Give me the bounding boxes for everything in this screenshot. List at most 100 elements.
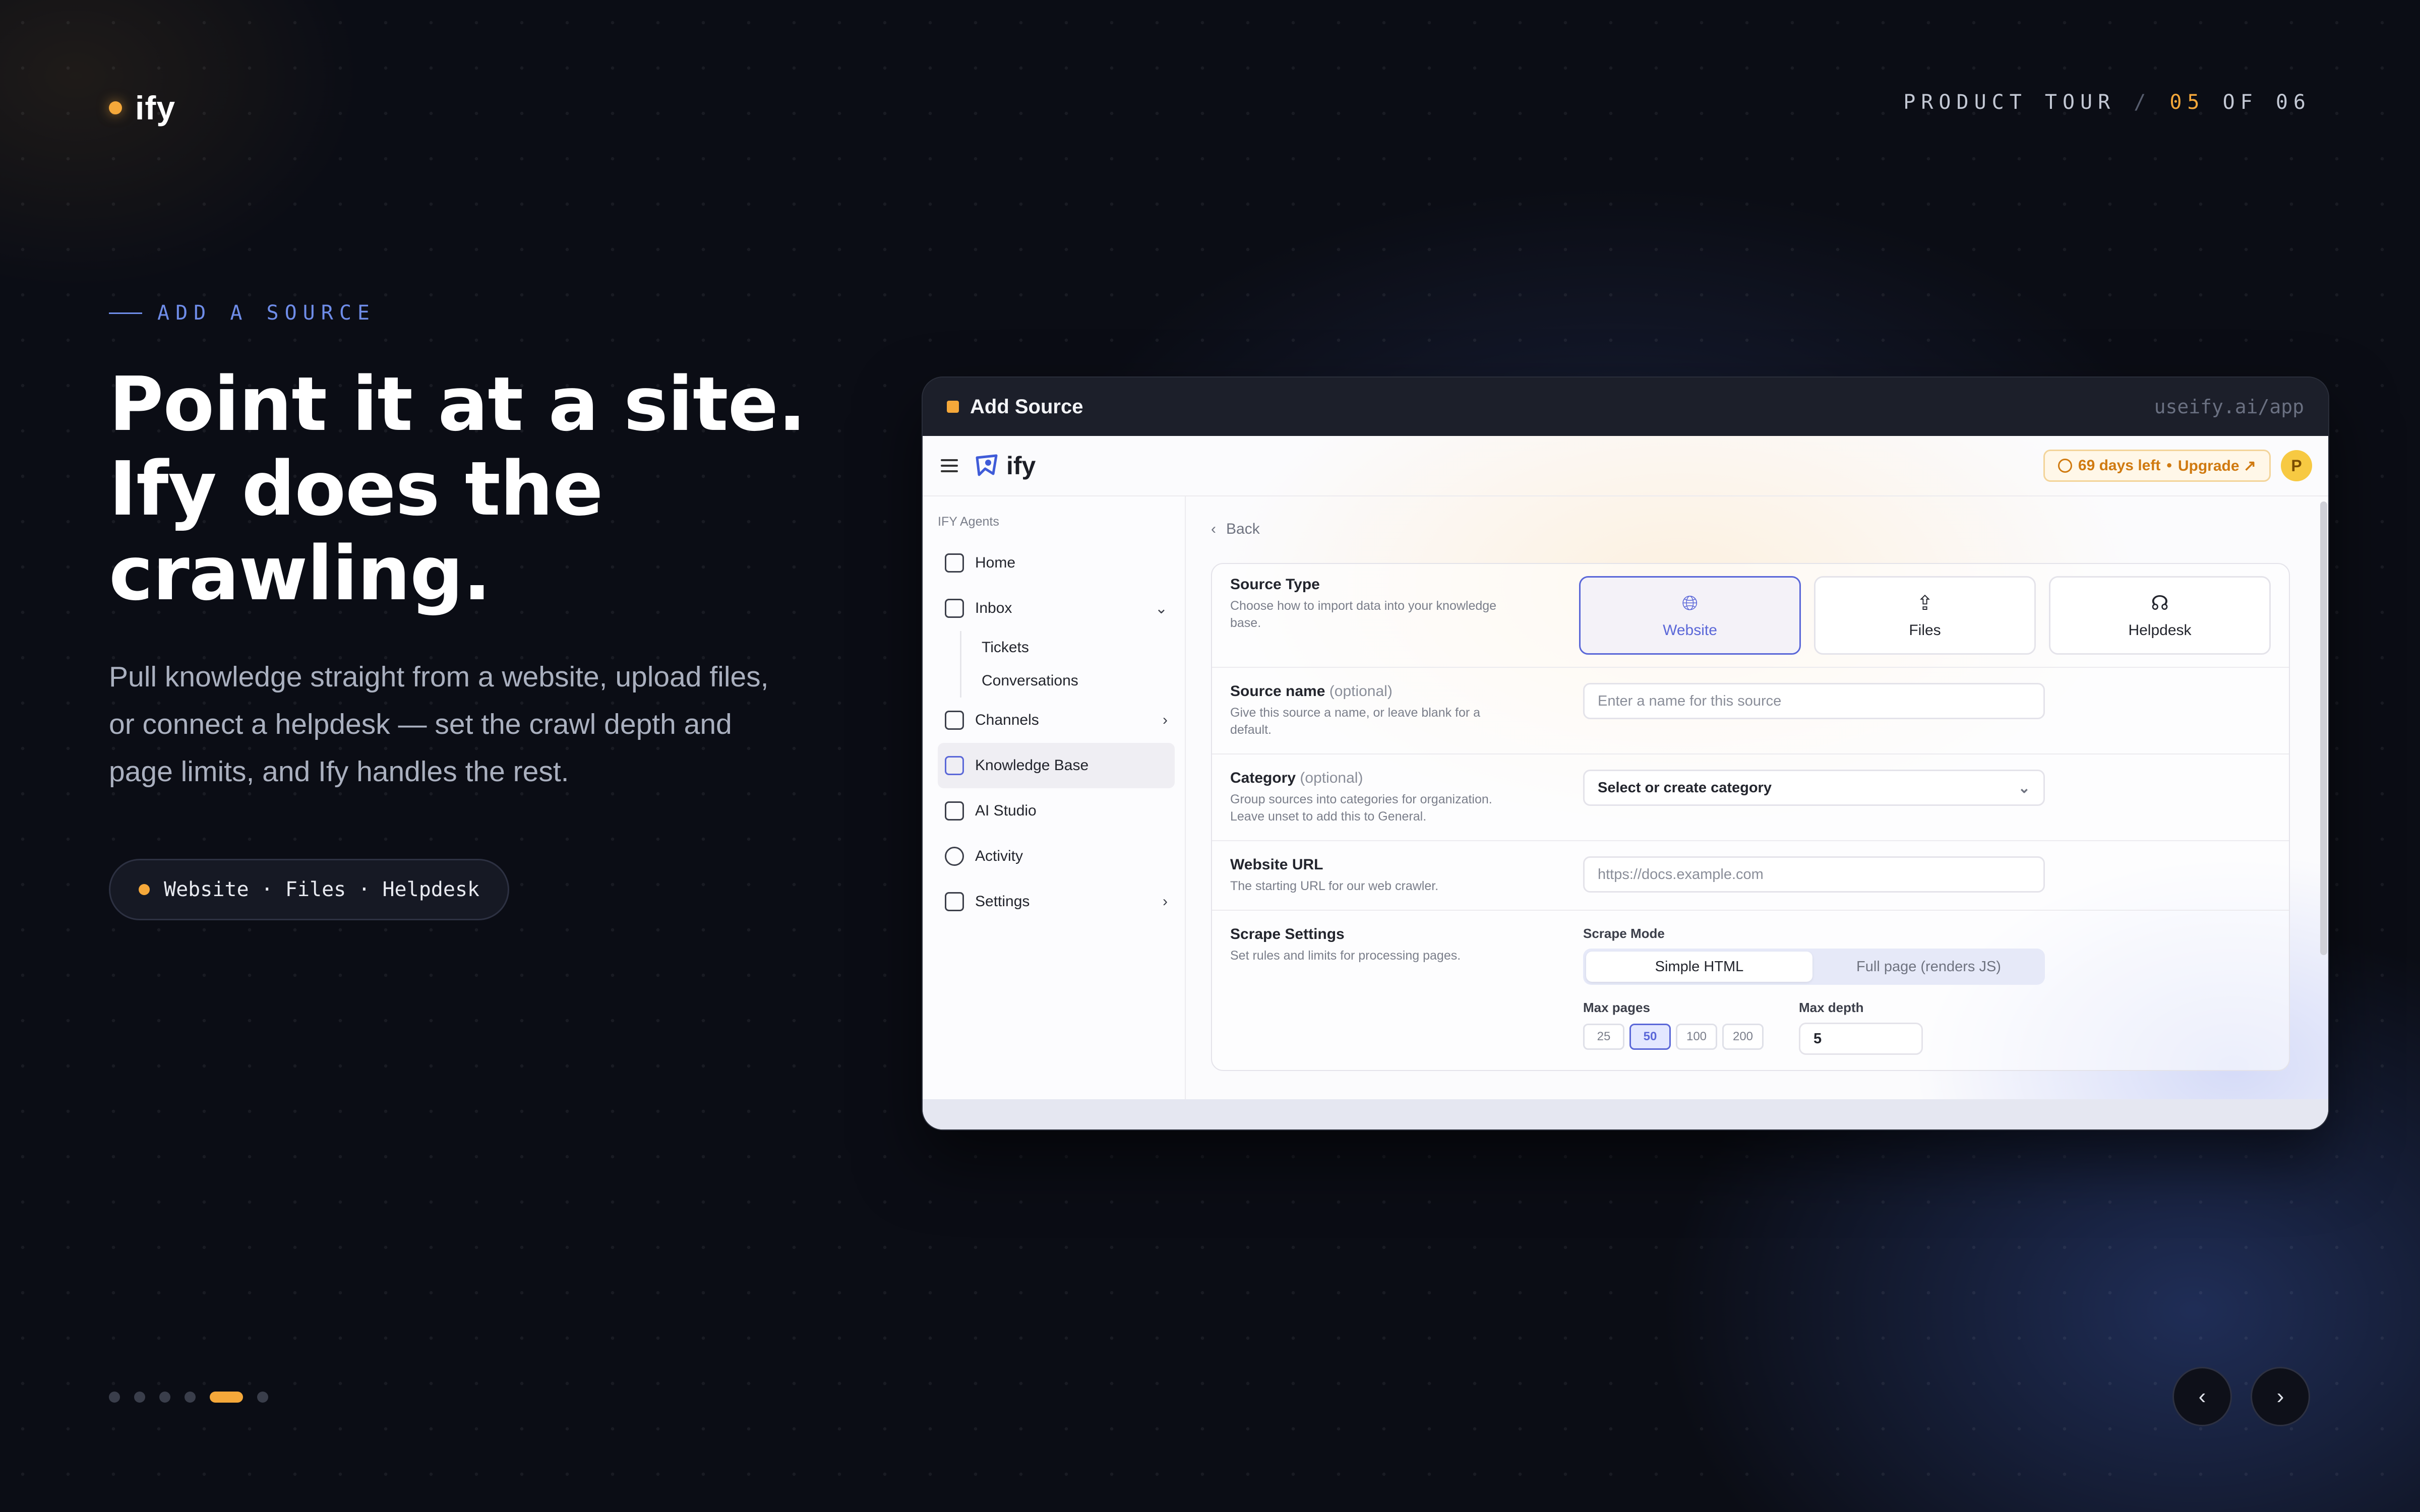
chevron-right-icon: › [2276,1384,2284,1409]
tour-label: PRODUCT TOUR [1903,91,2116,114]
eyebrow-text: ADD A SOURCE [157,301,376,325]
sidebar-item-activity[interactable]: Activity [938,834,1175,879]
sidebar-section-label: IFY Agents [938,515,999,529]
max-depth-input[interactable]: 5 [1799,1023,1923,1055]
source-type-title: Source Type [1230,576,1320,593]
back-link[interactable]: ‹ Back [1211,521,2305,538]
menu-icon[interactable] [941,459,958,472]
app-footer-strip [923,1099,2328,1129]
chevron-right-icon: › [1163,893,1168,910]
tour-total: OF 06 [2222,91,2311,114]
sidebar-item-settings[interactable]: Settings › [938,879,1175,924]
sidebar-item-knowledge-base[interactable]: Knowledge Base [938,743,1175,788]
headphones-icon: ☊ [2151,592,2169,614]
upload-icon: ⇪ [1916,592,1933,614]
source-type-label: Website [1663,621,1717,639]
inbox-icon [945,599,964,618]
category-select[interactable]: Select or create category ⌄ [1583,770,2045,806]
chevron-down-icon: ⌄ [1155,600,1168,617]
avatar[interactable]: P [2281,450,2312,481]
headline-line-2: Ify does the [109,446,603,532]
pager-dot[interactable] [159,1392,170,1403]
max-pages-option[interactable]: 25 [1583,1024,1624,1050]
sidebar-item-inbox[interactable]: Inbox ⌄ [938,586,1175,631]
sidebar-item-label: Channels [975,712,1039,728]
tour-current: 05 [2169,91,2205,114]
scrape-mode-simple-html[interactable]: Simple HTML [1586,952,1812,982]
source-type-helpdesk-button[interactable]: ☊ Helpdesk [2049,576,2271,655]
pager-dot[interactable] [257,1392,268,1403]
main-content: ‹ Back Source Type Choose how to import da… [1186,496,2328,1129]
source-types-pill: Website · Files · Helpdesk [109,859,510,920]
layers-icon [945,711,964,730]
optional-tag: (optional) [1300,770,1363,786]
source-name-desc: Give this source a name, or leave blank … [1230,706,1481,737]
category-select-value: Select or create category [1598,779,1772,796]
source-name-row: Source name (optional) Give this source a… [1212,668,2289,754]
back-label: Back [1226,521,1260,537]
pager-dot[interactable] [109,1392,120,1403]
brand-logo: ify [109,89,175,127]
sidebar-item-conversations[interactable]: Conversations [960,664,1175,698]
source-name-title: Source name [1230,683,1325,700]
sidebar-item-label: Knowledge Base [975,757,1089,774]
globe-icon: 🌐︎ [1682,592,1698,614]
next-slide-button[interactable]: › [2251,1367,2310,1426]
category-title: Category [1230,770,1296,786]
chevron-left-icon: ‹ [1211,521,1216,537]
scrape-settings-desc: Set rules and limits for processing page… [1230,949,1461,963]
sidebar-item-label: Settings [975,893,1030,910]
app-logo-text: ify [1006,452,1036,480]
upgrade-link[interactable]: Upgrade ↗ [2178,457,2256,475]
app-window: Add Source useify.ai/app ify 69 days lef… [922,376,2329,1130]
scrape-settings-title: Scrape Settings [1230,926,1345,942]
hero-description: Pull knowledge straight from a website, … [109,661,769,788]
brand-dot-icon [109,101,122,114]
max-pages-option[interactable]: 200 [1722,1024,1764,1050]
source-type-website-button[interactable]: 🌐︎ Website [1579,576,1801,655]
pager-dot-active[interactable] [210,1392,243,1403]
max-pages-option-selected[interactable]: 50 [1629,1024,1671,1050]
chevron-left-icon: ‹ [2198,1384,2206,1409]
tour-separator: / [2134,91,2152,114]
scrape-settings-row: Scrape Settings Set rules and limits for … [1212,911,2289,1070]
website-url-input[interactable]: https://docs.example.com [1583,856,2045,893]
website-url-title: Website URL [1230,856,1323,873]
sidebar-item-label: AI Studio [975,802,1037,819]
sidebar-item-tickets[interactable]: Tickets [960,631,1175,664]
headline: Point it at a site. Ify does the crawlin… [109,362,840,616]
headline-line-1: Point it at a site. [109,361,806,448]
ify-logo-icon [976,454,998,476]
home-icon [945,553,964,573]
pager-dot[interactable] [185,1392,196,1403]
website-url-desc: The starting URL for our web crawler. [1230,879,1439,893]
scrape-mode-toggle: Simple HTML Full page (renders JS) [1583,949,2045,985]
sidebar-item-home[interactable]: Home [938,540,1175,586]
sidebar-item-channels[interactable]: Channels › [938,698,1175,743]
source-type-files-button[interactable]: ⇪ Files [1814,576,2036,655]
bot-icon [945,801,964,821]
trial-badge[interactable]: 69 days left • Upgrade ↗ [2043,450,2271,482]
pager-dot[interactable] [134,1392,145,1403]
source-type-label: Files [1909,622,1941,639]
book-icon [945,756,964,775]
scrape-mode-full-page[interactable]: Full page (renders JS) [1816,952,2042,982]
prev-slide-button[interactable]: ‹ [2172,1367,2232,1426]
tour-progress: PRODUCT TOUR / 05 OF 06 [1903,91,2311,114]
max-pages-option[interactable]: 100 [1676,1024,1717,1050]
trial-days: 69 days left [2078,457,2161,474]
source-name-input[interactable]: Enter a name for this source [1583,683,2045,719]
source-type-desc: Choose how to import data into your know… [1230,599,1497,630]
clock-icon [2058,459,2072,473]
website-url-row: Website URL The starting URL for our web … [1212,841,2289,911]
source-type-row: Source Type Choose how to import data int… [1212,564,2289,668]
chevron-right-icon: › [1163,712,1168,728]
sidebar-item-ai-studio[interactable]: AI Studio [938,788,1175,834]
brand-name: ify [135,89,176,127]
max-pages-options: 25 50 100 200 [1583,1024,1764,1050]
sliders-icon [945,892,964,911]
scrollbar[interactable] [2320,501,2327,955]
app-logo[interactable]: ify [974,451,1036,480]
trial-separator: • [2166,457,2172,474]
pill-dot-icon [139,884,150,895]
